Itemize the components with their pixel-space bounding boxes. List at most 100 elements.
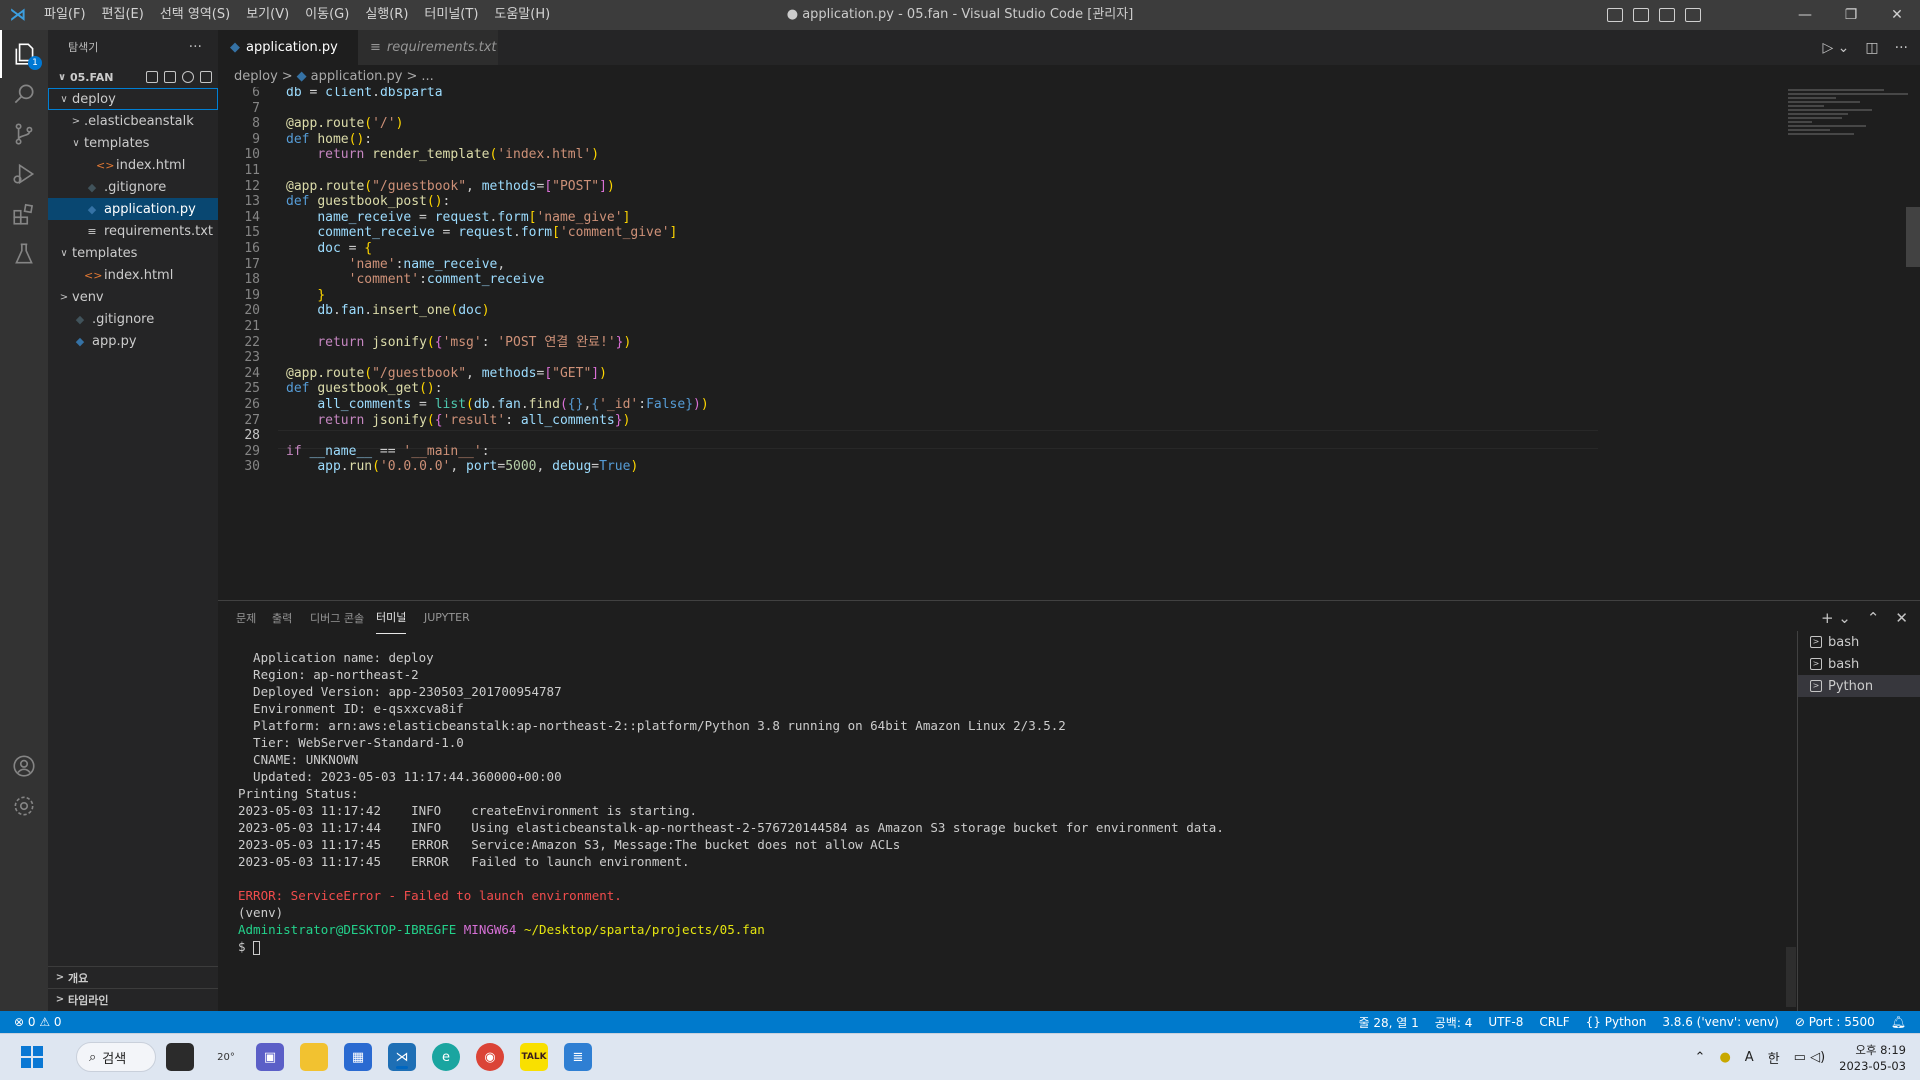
workspace-root[interactable]: ∨ 05.FAN bbox=[48, 66, 218, 88]
terminal-line: Platform: arn:aws:elasticbeanstalk:ap-no… bbox=[238, 718, 1066, 733]
terminal-scrollbar[interactable] bbox=[1786, 947, 1796, 1007]
menu-item[interactable]: 도움말(H) bbox=[486, 0, 558, 30]
notifications-bell-icon[interactable]: 🔔︎ bbox=[1891, 1015, 1906, 1029]
file-tree-item[interactable]: ≡ requirements.txt bbox=[48, 220, 218, 242]
terminal-instance[interactable]: > Python bbox=[1798, 675, 1920, 697]
tab-application-py[interactable]: ◆ application.py bbox=[218, 30, 358, 65]
terminal-line: Deployed Version: app-230503_20170095478… bbox=[238, 684, 562, 699]
panel-tab[interactable]: 터미널 bbox=[376, 601, 407, 634]
ime-mode-indicator[interactable]: A bbox=[1745, 1050, 1754, 1065]
panel-tab[interactable]: JUPYTER bbox=[424, 601, 470, 634]
status-item[interactable]: ⊘ Port : 5500 bbox=[1795, 1015, 1875, 1029]
kakaotalk-icon[interactable]: TALK bbox=[520, 1043, 548, 1071]
problems-indicator[interactable]: ⊗ 0 ⚠ 0 bbox=[14, 1015, 62, 1029]
prompt-symbol: $ bbox=[238, 939, 254, 954]
clock[interactable]: 오후 8:19 2023-05-03 bbox=[1839, 1042, 1906, 1074]
menu-item[interactable]: 파일(F) bbox=[36, 0, 94, 30]
file-tree-item[interactable]: ◆ .gitignore bbox=[48, 176, 218, 198]
file-explorer-icon[interactable] bbox=[300, 1043, 328, 1071]
menu-item[interactable]: 실행(R) bbox=[357, 0, 416, 30]
outline-section[interactable]: > 개요 bbox=[48, 966, 218, 988]
close-button[interactable]: ✕ bbox=[1874, 0, 1920, 30]
new-terminal-icon[interactable]: + ⌄ bbox=[1821, 609, 1851, 627]
menu-item[interactable]: 이동(G) bbox=[297, 0, 357, 30]
task-view-icon[interactable] bbox=[166, 1043, 194, 1071]
tab-requirements-txt[interactable]: ≡ requirements.txt bbox=[358, 30, 498, 65]
system-tray: ⌃ ● A 한 ▭ ◁) 오후 8:19 2023-05-03 bbox=[1695, 1034, 1906, 1080]
taskbar-search[interactable]: ⌕ 검색 bbox=[76, 1042, 156, 1072]
terminal-instance[interactable]: > bash bbox=[1798, 653, 1920, 675]
file-tree-item[interactable]: <> index.html bbox=[48, 154, 218, 176]
new-folder-icon[interactable] bbox=[164, 71, 176, 83]
scrollbar-thumb[interactable] bbox=[1906, 207, 1920, 267]
toggle-secondary-sidebar-icon[interactable] bbox=[1659, 8, 1675, 22]
file-tree-item[interactable]: > .elasticbeanstalk bbox=[48, 110, 218, 132]
settings-gear-icon[interactable] bbox=[0, 782, 48, 830]
breadcrumb-folder[interactable]: deploy bbox=[234, 69, 278, 84]
code-line[interactable]: 30 app.run('0.0.0.0', port=5000, debug=T… bbox=[218, 457, 1778, 476]
file-tree-item[interactable]: ∨ deploy bbox=[48, 88, 218, 110]
line-number: 30 bbox=[244, 459, 260, 475]
show-hidden-icons-icon[interactable]: ⌃ bbox=[1695, 1050, 1706, 1065]
customize-layout-icon[interactable] bbox=[1685, 8, 1701, 22]
edge-browser-icon[interactable]: e bbox=[432, 1043, 460, 1071]
close-panel-icon[interactable]: ✕ bbox=[1895, 609, 1908, 627]
terminal-input-line[interactable]: $ bbox=[238, 938, 261, 955]
minimap[interactable] bbox=[1788, 87, 1908, 177]
more-actions-icon[interactable]: ··· bbox=[189, 39, 202, 55]
menu-item[interactable]: 보기(V) bbox=[238, 0, 297, 30]
maximize-panel-icon[interactable]: ⌃ bbox=[1867, 609, 1880, 627]
file-tree-item[interactable]: ◆ .gitignore bbox=[48, 308, 218, 330]
status-item[interactable]: CRLF bbox=[1539, 1015, 1569, 1029]
terminal-output[interactable]: Application name: deploy Region: ap-nort… bbox=[238, 649, 1738, 999]
collapse-all-icon[interactable] bbox=[200, 71, 212, 83]
windows-start-icon[interactable] bbox=[18, 1043, 46, 1071]
chrome-browser-icon[interactable]: ◉ bbox=[476, 1043, 504, 1071]
restore-button[interactable]: ❐ bbox=[1828, 0, 1874, 30]
panel-tab[interactable]: 디버그 콘솔 bbox=[310, 601, 364, 634]
vscode-logo-icon: ⋊ bbox=[9, 5, 27, 25]
new-file-icon[interactable] bbox=[146, 71, 158, 83]
split-editor-icon[interactable]: ◫ bbox=[1865, 40, 1878, 56]
network-volume-icon[interactable]: ▭ ◁) bbox=[1794, 1050, 1825, 1065]
editor-scrollbar[interactable] bbox=[1906, 87, 1920, 600]
notepad-icon[interactable]: ≣ bbox=[564, 1043, 592, 1071]
terminal-line: Application name: deploy bbox=[238, 650, 434, 665]
file-tree-item[interactable]: ◆ app.py bbox=[48, 330, 218, 352]
file-tree-item[interactable]: ∨ templates bbox=[48, 242, 218, 264]
ime-hangul-indicator[interactable]: 한 bbox=[1768, 1048, 1780, 1067]
more-actions-icon[interactable]: ··· bbox=[1895, 40, 1908, 56]
menu-item[interactable]: 편집(E) bbox=[94, 0, 152, 30]
status-item[interactable]: {} Python bbox=[1586, 1015, 1647, 1029]
minimize-button[interactable]: — bbox=[1782, 0, 1828, 30]
workspace-root-label: 05.FAN bbox=[70, 70, 114, 84]
status-item[interactable]: UTF-8 bbox=[1488, 1015, 1523, 1029]
microsoft-store-icon[interactable]: ▦ bbox=[344, 1043, 372, 1071]
terminal-instance[interactable]: > bash bbox=[1798, 631, 1920, 653]
status-item[interactable]: 3.8.6 ('venv': venv) bbox=[1662, 1015, 1779, 1029]
file-tree-item[interactable]: ∨ templates bbox=[48, 132, 218, 154]
teams-chat-icon[interactable]: ▣ bbox=[256, 1043, 284, 1071]
toggle-panel-icon[interactable] bbox=[1633, 8, 1649, 22]
breadcrumb-separator: > bbox=[281, 68, 293, 84]
breadcrumb-file[interactable]: application.py bbox=[311, 69, 403, 84]
file-tree-item[interactable]: ◆ application.py bbox=[48, 198, 218, 220]
breadcrumb-symbol[interactable]: ... bbox=[421, 69, 433, 84]
kakaotalk-tray-icon[interactable]: ● bbox=[1719, 1050, 1730, 1065]
code-editor[interactable]: 6 db = client.dbsparta 7 8 @app.route('/') 9 d… bbox=[218, 87, 1778, 600]
panel-tab[interactable]: 문제 bbox=[236, 601, 256, 634]
menu-item[interactable]: 선택 영역(S) bbox=[152, 0, 238, 30]
run-python-file-icon[interactable]: ▷ ⌄ bbox=[1822, 40, 1849, 56]
refresh-icon[interactable] bbox=[182, 71, 194, 83]
menu-item[interactable]: 터미널(T) bbox=[416, 0, 486, 30]
testing-icon[interactable] bbox=[0, 230, 48, 278]
vscode-taskbar-icon[interactable]: ⋊ bbox=[388, 1043, 416, 1071]
file-tree-item[interactable]: > venv bbox=[48, 286, 218, 308]
status-item[interactable]: 줄 28, 열 1 bbox=[1359, 1014, 1419, 1031]
file-tree-item[interactable]: <> index.html bbox=[48, 264, 218, 286]
weather-widget-icon[interactable]: 20° bbox=[212, 1043, 240, 1071]
status-item[interactable]: 공백: 4 bbox=[1435, 1014, 1473, 1031]
timeline-section[interactable]: > 타임라인 bbox=[48, 988, 218, 1010]
toggle-sidebar-icon[interactable] bbox=[1607, 8, 1623, 22]
panel-tab[interactable]: 출력 bbox=[272, 601, 292, 634]
